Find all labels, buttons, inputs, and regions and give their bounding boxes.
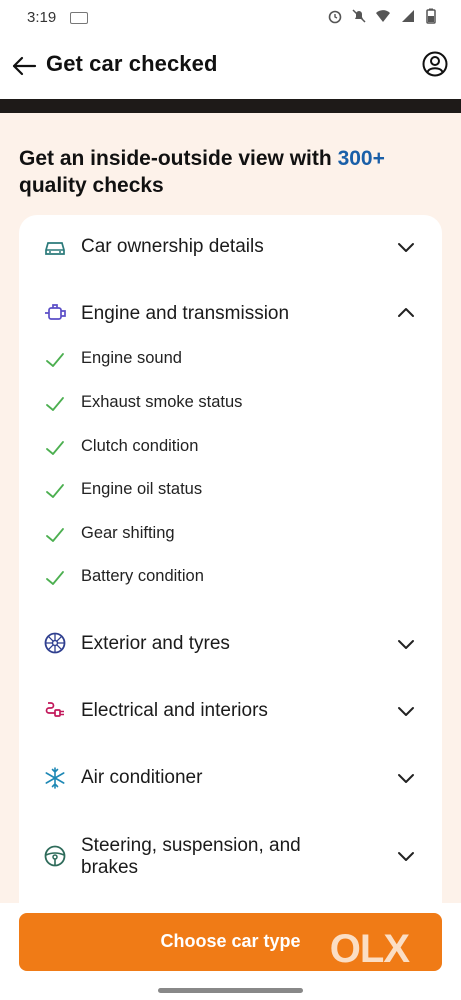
section-title: Air conditioner (81, 767, 203, 788)
chevron-down-icon (396, 701, 416, 721)
chevron-down-icon (396, 634, 416, 654)
check-label: Battery condition (81, 567, 204, 585)
check-label: Engine oil status (81, 480, 203, 498)
back-button[interactable] (10, 52, 38, 80)
snowflake-icon (43, 766, 67, 790)
chevron-down-icon (396, 237, 416, 257)
user-icon (422, 51, 448, 77)
tyre-icon (43, 631, 67, 655)
headline-accent: 300+ (337, 147, 385, 170)
bottom-bar: Choose car type OLX (0, 903, 461, 1000)
check-label: Exhaust smoke status (81, 393, 243, 411)
status-bar: 3:19 (0, 0, 461, 36)
choose-car-type-button[interactable]: Choose car type OLX (19, 913, 442, 971)
section-steering-suspension-brakes[interactable]: Steering, suspension, and brakes (19, 811, 442, 901)
notification-icon (70, 12, 88, 24)
section-electrical-interiors[interactable]: Electrical and interiors (19, 677, 442, 745)
steering-wheel-icon (43, 844, 67, 868)
headline-prefix: Get an inside-outside view with (19, 147, 338, 170)
check-item: Engine sound (19, 345, 442, 375)
chevron-down-icon (396, 846, 416, 866)
engine-icon (43, 301, 67, 325)
battery-icon (423, 8, 439, 24)
car-icon (43, 235, 67, 259)
chevron-up-icon (396, 303, 416, 323)
checkmark-icon (45, 438, 65, 458)
section-title: Car ownership details (81, 236, 264, 257)
checkmark-icon (45, 525, 65, 545)
check-label: Engine sound (81, 349, 182, 367)
checkmark-icon (45, 481, 65, 501)
check-item: Battery condition (19, 563, 442, 593)
profile-button[interactable] (421, 50, 449, 78)
section-title: Exterior and tyres (81, 633, 230, 654)
mute-icon (351, 8, 367, 24)
check-label: Clutch condition (81, 437, 199, 455)
main-content: Get an inside-outside view with 300+ qua… (0, 113, 461, 935)
section-title: Electrical and interiors (81, 700, 268, 721)
section-title: Engine and transmission (81, 303, 290, 324)
check-item: Gear shifting (19, 520, 442, 550)
alarm-icon (327, 8, 343, 24)
status-icons (327, 8, 439, 24)
page-title: Get car checked (46, 51, 218, 76)
check-item: Engine oil status (19, 476, 442, 506)
back-arrow-icon (12, 56, 37, 76)
checkmark-icon (45, 568, 65, 588)
check-item: Clutch condition (19, 433, 442, 463)
check-label: Gear shifting (81, 524, 175, 542)
plug-icon (43, 699, 67, 723)
section-exterior-tyres[interactable]: Exterior and tyres (19, 611, 442, 677)
home-indicator (158, 988, 303, 993)
checks-card: Car ownership details Engine and transmi… (19, 215, 442, 935)
hero-image (0, 99, 461, 113)
headline: Get an inside-outside view with 300+ qua… (19, 145, 439, 199)
section-car-ownership[interactable]: Car ownership details (19, 215, 442, 279)
checkmark-icon (45, 350, 65, 370)
signal-icon (399, 8, 415, 24)
section-air-conditioner[interactable]: Air conditioner (19, 745, 442, 811)
checkmark-icon (45, 394, 65, 414)
section-title: Steering, suspension, and brakes (81, 835, 301, 878)
chevron-down-icon (396, 768, 416, 788)
olx-watermark-logo: OLX (329, 927, 410, 971)
check-item: Exhaust smoke status (19, 389, 442, 419)
headline-suffix: quality checks (19, 174, 164, 197)
section-engine-transmission[interactable]: Engine and transmission (19, 279, 442, 347)
status-time: 3:19 (27, 9, 57, 26)
app-bar: Get car checked (0, 36, 461, 96)
wifi-icon (375, 8, 391, 24)
